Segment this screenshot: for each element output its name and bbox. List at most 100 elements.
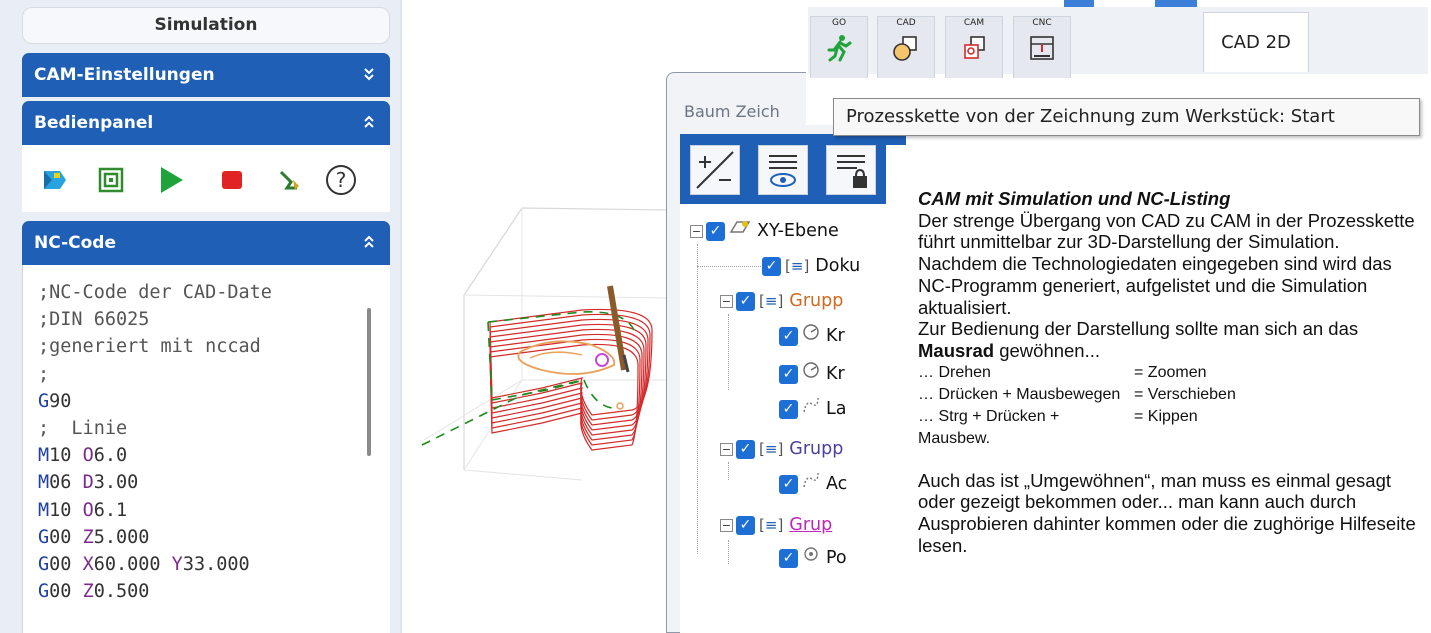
nc-code-line: G90 [38, 388, 383, 415]
description-title: CAM mit Simulation und NC-Listing [918, 188, 1231, 209]
tree-row-doku[interactable]: ✓ [≡] Doku [762, 253, 860, 279]
mouse-action-row: … Drehen = Zoomen [918, 362, 1423, 384]
nc-token [71, 527, 82, 548]
tab-cad[interactable]: CAD [877, 16, 935, 78]
description-paragraph: Nachdem die Technologiedaten eingegeben … [918, 253, 1392, 318]
checkbox-checked[interactable]: ✓ [762, 256, 781, 276]
tree-row-label: Ac [826, 474, 848, 494]
checkbox-checked[interactable]: ✓ [736, 439, 755, 459]
collapse-icon[interactable]: − [690, 224, 703, 238]
tab-cnc[interactable]: CNC [1013, 16, 1071, 78]
run-icon [811, 34, 867, 68]
checkbox-checked[interactable]: ✓ [779, 399, 798, 419]
nc-address-value: 90 [49, 390, 72, 412]
simulation-title-button[interactable]: Simulation [22, 7, 390, 44]
circle-arc-icon [802, 323, 820, 349]
nc-address-letter: O [82, 499, 94, 521]
tab-go[interactable]: GO [810, 16, 868, 78]
nc-address-letter: Z [82, 526, 94, 548]
nc-token: O6.0 [83, 445, 128, 466]
tree-row-path-2[interactable]: ✓ Ac [779, 471, 847, 497]
circle-arc-icon [802, 361, 820, 387]
nc-token [71, 581, 82, 602]
nc-code-line: M10 O6.1 [38, 497, 383, 524]
nc-address-value: 3.00 [93, 472, 139, 494]
tab-label: CAD [896, 18, 916, 28]
nc-address-value: 6.0 [93, 445, 128, 467]
simulation-viewport[interactable] [400, 0, 669, 633]
tree-connector [697, 244, 698, 554]
nc-address-letter: G [38, 554, 50, 576]
path-icon [802, 471, 820, 497]
tab-cad-2d[interactable]: CAD 2D [1203, 12, 1309, 72]
tree-row-label: Grupp [789, 291, 844, 311]
play-icon[interactable] [154, 163, 188, 197]
collapse-icon[interactable]: − [720, 518, 733, 532]
nc-code-line: ; [38, 361, 383, 388]
checkbox-checked[interactable]: ✓ [736, 291, 755, 311]
cam-settings-header[interactable]: CAM-Einstellungen [22, 53, 390, 97]
workpiece-icon[interactable] [38, 163, 72, 197]
nc-address-value: 06 [49, 472, 72, 494]
mouse-action-result: = Kippen [1134, 407, 1198, 425]
nc-code-line: ;NC-Code der CAD-Date [38, 279, 383, 306]
cad-shapes-icon [878, 34, 934, 68]
tree-toolbar [680, 134, 906, 204]
description-text-segment: gewöhnen... [994, 339, 1101, 361]
nc-code-scrollbar[interactable] [367, 308, 371, 456]
nc-code-line: G00 Z5.000 [38, 524, 383, 551]
checkbox-checked[interactable]: ✓ [779, 474, 798, 494]
nc-code-line: ;generiert mit nccad [38, 333, 383, 360]
tree-row-point[interactable]: ✓ Po [779, 545, 847, 571]
description-text: CAM mit Simulation und NC-Listing Der st… [918, 188, 1423, 556]
stop-icon[interactable] [215, 163, 249, 197]
tree-row-circle-1[interactable]: ✓ Kr [779, 323, 845, 349]
checkbox-checked[interactable]: ✓ [779, 364, 798, 384]
nc-code-listing[interactable]: ;NC-Code der CAD-Date ;DIN 66025 ;generier… [38, 279, 383, 633]
svg-text:?: ? [336, 168, 347, 192]
nc-address-value: 0.500 [93, 581, 150, 603]
checkbox-checked[interactable]: ✓ [779, 326, 798, 346]
checkbox-checked[interactable]: ✓ [779, 548, 798, 568]
layers-icon[interactable] [94, 163, 128, 197]
point-icon [802, 545, 820, 571]
nc-code-header[interactable]: NC-Code [22, 221, 390, 265]
tool-path-icon[interactable] [272, 163, 306, 197]
description-paragraph: Der strenge Übergang von CAD zu CAM in d… [918, 209, 1415, 253]
nc-address-letter: M [38, 472, 50, 494]
tree-row-group-1[interactable]: − ✓ [≡] Grupp [720, 288, 843, 314]
group-icon: [≡] [785, 257, 810, 275]
operator-panel-header[interactable]: Bedienpanel [22, 101, 390, 145]
tree-row-circle-2[interactable]: ✓ Kr [779, 361, 845, 387]
nc-address-letter: G [38, 526, 50, 548]
tab-cam[interactable]: CAM [945, 16, 1003, 78]
tree-row-xy-plane[interactable]: − ✓ XY-Ebene [690, 218, 839, 244]
collapse-icon[interactable]: − [720, 442, 733, 456]
nc-address-value: 10 [49, 445, 72, 467]
cnc-machine-icon [1014, 34, 1070, 68]
nc-token [71, 500, 82, 521]
tree-row-group-3[interactable]: − ✓ [≡] Grup [720, 512, 832, 538]
help-icon[interactable]: ? [324, 163, 358, 197]
nc-token: G90 [38, 391, 71, 412]
nc-token: G00 [38, 554, 71, 575]
tooltip: Prozesskette von der Zeichnung zum Werks… [833, 98, 1420, 136]
nc-token [71, 554, 82, 575]
cam-settings-label: CAM-Einstellungen [34, 65, 215, 85]
nc-token [71, 472, 82, 493]
group-icon: [≡] [759, 440, 784, 458]
collapse-icon[interactable]: − [720, 294, 733, 308]
nc-token: D3.00 [83, 472, 139, 493]
nc-token: Y33.000 [172, 554, 250, 575]
list-lock-icon[interactable] [826, 145, 876, 195]
checkbox-checked[interactable]: ✓ [706, 221, 725, 241]
nc-address-value: 10 [49, 499, 72, 521]
tab-label: CAM [963, 18, 985, 28]
description-emphasis: Mausrad [918, 339, 995, 361]
plus-minus-icon[interactable] [690, 145, 740, 195]
list-view-icon[interactable] [758, 145, 808, 195]
checkbox-checked[interactable]: ✓ [736, 515, 755, 535]
group-icon: [≡] [759, 516, 784, 534]
tree-row-group-2[interactable]: − ✓ [≡] Grupp [720, 436, 843, 462]
tree-row-path[interactable]: ✓ La [779, 396, 846, 422]
